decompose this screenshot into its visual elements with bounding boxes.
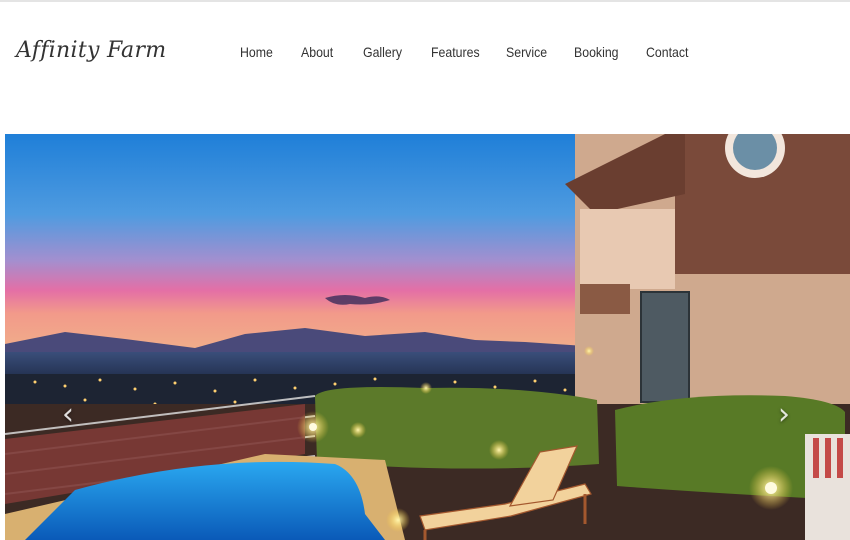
nav-booking[interactable]: Booking [574,44,619,60]
carousel-prev-button[interactable]: ‹ [62,400,74,430]
nav-contact[interactable]: Contact [646,44,688,60]
nav-about[interactable]: About [301,44,333,60]
nav-home[interactable]: Home [240,44,273,60]
nav-service[interactable]: Service [506,44,547,60]
nav-gallery[interactable]: Gallery [363,44,402,60]
site-logo[interactable]: Affinity Farm [16,38,166,63]
carousel-next-button[interactable]: › [778,400,790,430]
nav-features[interactable]: Features [431,44,480,60]
hero-carousel [5,134,850,540]
hero-image [5,134,850,540]
top-border [0,0,850,2]
